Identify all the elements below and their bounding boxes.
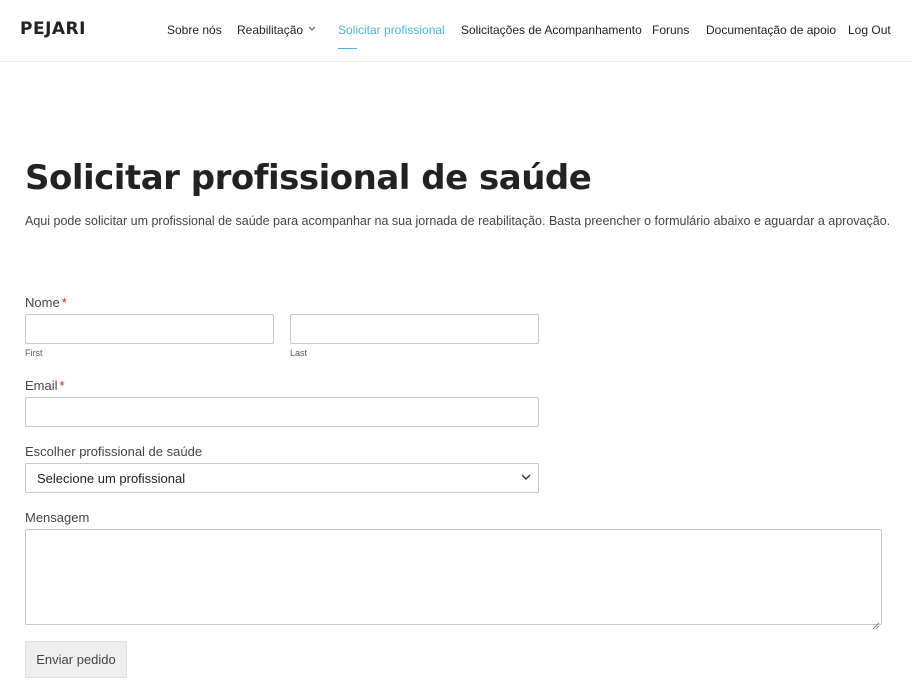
email-input[interactable]: [25, 397, 539, 427]
nav-item-documentacao-apoio[interactable]: Documentação de apoio: [706, 22, 836, 38]
name-label: Nome *: [25, 295, 67, 310]
nav-item-solicitacoes-acompanhamento[interactable]: Solicitações de Acompanhamento: [461, 22, 642, 38]
professional-select-value: Selecione um profissional: [37, 471, 186, 486]
site-logo[interactable]: PEJARI: [20, 19, 86, 39]
page-intro: Aqui pode solicitar um profissional de s…: [25, 214, 891, 228]
message-label: Mensagem: [25, 510, 90, 525]
nav-item-foruns[interactable]: Foruns: [652, 22, 689, 38]
nav-item-reabilitacao[interactable]: Reabilitação: [237, 22, 303, 38]
nav-item-label: Reabilitação: [237, 23, 304, 37]
page-title: Solicitar profissional de saúde: [25, 158, 592, 198]
professional-label: Escolher profissional de saúde: [25, 444, 203, 459]
message-textarea[interactable]: [25, 529, 882, 630]
email-label-text: Email: [25, 378, 58, 393]
chevron-down-icon[interactable]: [308, 22, 316, 38]
required-mark: *: [61, 295, 67, 310]
email-label: Email *: [25, 378, 65, 393]
name-label-text: Nome: [25, 295, 60, 310]
first-name-input[interactable]: [25, 314, 274, 344]
resize-handle-icon[interactable]: [872, 615, 880, 630]
site-header: PEJARI Sobre nós Reabilitação Solicitar …: [0, 0, 912, 62]
nav-item-log-out[interactable]: Log Out: [848, 22, 891, 38]
chevron-down-icon: [520, 470, 532, 484]
last-name-sublabel: Last: [290, 348, 308, 358]
nav-item-label: Solicitar profissional: [338, 23, 445, 37]
required-mark: *: [59, 378, 65, 393]
submit-button[interactable]: Enviar pedido: [25, 641, 127, 678]
professional-select[interactable]: Selecione um profissional: [25, 463, 539, 493]
nav-item-sobre-nos[interactable]: Sobre nós: [167, 22, 222, 38]
last-name-input[interactable]: [290, 314, 539, 344]
active-indicator: [338, 48, 357, 49]
nav-item-solicitar-profissional[interactable]: Solicitar profissional: [338, 22, 445, 49]
first-name-sublabel: First: [25, 348, 43, 358]
